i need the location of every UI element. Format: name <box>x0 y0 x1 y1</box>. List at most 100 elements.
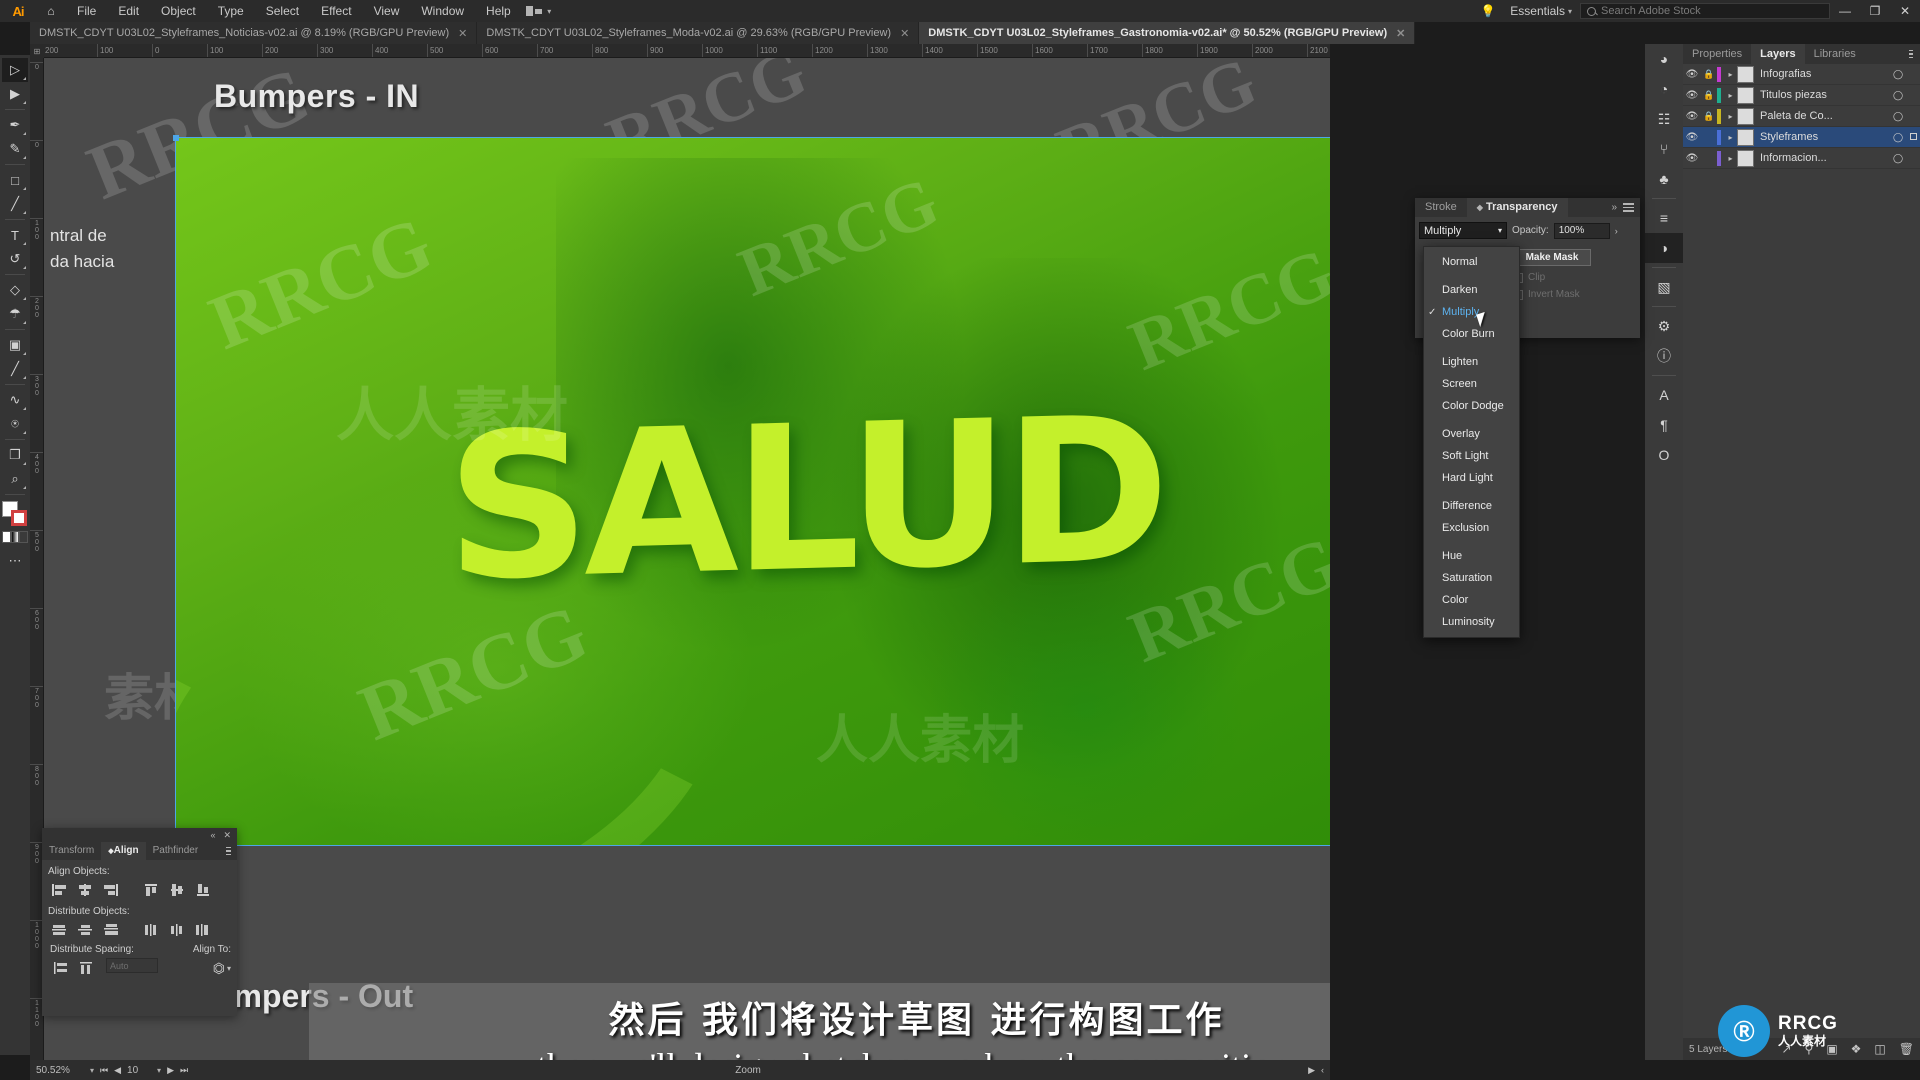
blend-mode-option-exclusion[interactable]: Exclusion <box>1424 517 1519 539</box>
tab-libraries[interactable]: Libraries <box>1805 44 1865 64</box>
prev-artboard-button[interactable]: ◀ <box>114 1065 121 1076</box>
type-tool[interactable]: T <box>2 223 28 247</box>
menu-file[interactable]: File <box>66 0 107 22</box>
chevron-right-icon[interactable]: ▸ <box>1724 91 1737 100</box>
layer-row[interactable]: 👁▸Informacion...◯ <box>1683 148 1920 169</box>
status-mode[interactable]: Zoom <box>194 1065 1302 1076</box>
tab-transform[interactable]: Transform <box>42 842 101 860</box>
target-icon[interactable]: ◯ <box>1890 132 1906 143</box>
distribute-vertical-space-icon[interactable] <box>48 958 74 978</box>
tab-align[interactable]: ◆Align <box>101 842 145 860</box>
visibility-icon[interactable]: 👁 <box>1683 111 1701 122</box>
align-vertical-center-icon[interactable] <box>164 880 190 900</box>
appearance-icon[interactable]: ⚙ <box>1645 311 1683 341</box>
lock-icon[interactable]: 🔒 <box>1701 111 1717 122</box>
home-icon[interactable]: ⌂ <box>36 0 66 22</box>
close-button[interactable]: ✕ <box>1890 0 1920 22</box>
character-icon[interactable]: A <box>1645 380 1683 410</box>
tab-stroke[interactable]: Stroke <box>1415 198 1467 217</box>
rotate-tool[interactable]: ↺ <box>2 247 28 271</box>
menu-edit[interactable]: Edit <box>107 0 150 22</box>
align-horizontal-center-icon[interactable] <box>72 880 98 900</box>
direct-selection-tool[interactable]: ▶ <box>2 82 28 106</box>
horizontal-ruler[interactable]: 2001000100200300400500600700800900100011… <box>30 44 1330 58</box>
fill-and-stroke-swatches[interactable] <box>2 501 28 527</box>
minimize-button[interactable]: — <box>1830 0 1860 22</box>
panel-menu-icon[interactable] <box>226 845 237 858</box>
blend-tool[interactable]: ∿ <box>2 388 28 412</box>
menu-window[interactable]: Window <box>410 0 475 22</box>
blend-mode-option-lighten[interactable]: Lighten <box>1424 351 1519 373</box>
blend-mode-option-darken[interactable]: Darken <box>1424 279 1519 301</box>
layer-row[interactable]: 👁🔒▸Infografias◯ <box>1683 64 1920 85</box>
first-artboard-button[interactable]: ⏮ <box>100 1065 108 1076</box>
menu-select[interactable]: Select <box>255 0 310 22</box>
distribute-top-icon[interactable] <box>46 920 72 940</box>
blend-mode-option-screen[interactable]: Screen <box>1424 373 1519 395</box>
blend-mode-option-hard-light[interactable]: Hard Light <box>1424 467 1519 489</box>
restore-button[interactable]: ❐ <box>1860 0 1890 22</box>
delete-layer-icon[interactable]: 🗑 <box>1899 1042 1914 1056</box>
menu-object[interactable]: Object <box>150 0 207 22</box>
align-bottom-icon[interactable] <box>190 880 216 900</box>
gradient-tool[interactable]: ▣ <box>2 333 28 357</box>
align-right-icon[interactable] <box>98 880 124 900</box>
menu-type[interactable]: Type <box>207 0 255 22</box>
opacity-input[interactable]: 100% <box>1554 223 1610 239</box>
layer-row[interactable]: 👁🔒▸Paleta de Co...◯ <box>1683 106 1920 127</box>
distribute-right-icon[interactable] <box>190 920 216 940</box>
info-icon[interactable]: ⓘ <box>1645 341 1683 371</box>
target-icon[interactable]: ◯ <box>1890 90 1906 101</box>
paintbrush-tool[interactable]: ╱ <box>2 192 28 216</box>
curvature-tool[interactable]: ✎ <box>2 137 28 161</box>
close-icon[interactable]: ✕ <box>458 27 467 40</box>
tab-pathfinder[interactable]: Pathfinder <box>146 842 206 860</box>
collapse-icon[interactable]: « <box>210 830 215 840</box>
blend-mode-option-luminosity[interactable]: Luminosity <box>1424 611 1519 633</box>
arrange-documents-icon[interactable]: ▾ <box>522 0 556 22</box>
chevron-down-icon[interactable]: ▾ <box>90 1066 94 1075</box>
opentype-icon[interactable]: O <box>1645 440 1683 470</box>
chevron-right-icon[interactable]: ▸ <box>1724 154 1737 163</box>
close-icon[interactable]: ✕ <box>1396 27 1405 40</box>
next-artboard-button[interactable]: ▶ <box>167 1065 174 1076</box>
last-artboard-button[interactable]: ⏭ <box>180 1065 188 1076</box>
transparency-icon[interactable]: ◑ <box>1645 233 1683 263</box>
layer-row[interactable]: 👁▸Styleframes◯ <box>1683 127 1920 148</box>
distribute-vertical-center-icon[interactable] <box>72 920 98 940</box>
align-to-selection-icon[interactable]: ⏣ <box>213 960 225 977</box>
distribute-bottom-icon[interactable] <box>98 920 124 940</box>
brushes-icon[interactable]: ⑂ <box>1645 134 1683 164</box>
tab-properties[interactable]: Properties <box>1683 44 1751 64</box>
lasso-tool[interactable]: ☂ <box>2 302 28 326</box>
make-mask-button[interactable]: Make Mask <box>1513 249 1591 266</box>
status-forward-icon[interactable]: ▶ <box>1308 1065 1315 1076</box>
stroke-icon[interactable]: ≡ <box>1645 203 1683 233</box>
eyedropper-tool[interactable]: ╱ <box>2 357 28 381</box>
color-mode-swatches[interactable] <box>2 531 28 543</box>
blend-mode-select[interactable]: Multiply ▾ <box>1419 222 1507 239</box>
color-icon[interactable]: ◕ <box>1645 44 1683 74</box>
panel-menu-icon[interactable] <box>1909 48 1920 61</box>
menu-help[interactable]: Help <box>475 0 522 22</box>
spacing-input[interactable]: Auto <box>106 958 158 973</box>
blend-mode-option-hue[interactable]: Hue <box>1424 545 1519 567</box>
panel-menu-icon[interactable] <box>1623 201 1634 214</box>
chevron-right-icon[interactable]: ▸ <box>1724 133 1737 142</box>
collapse-icon[interactable]: » <box>1611 202 1617 213</box>
shape-builder-tool[interactable]: ◇ <box>2 278 28 302</box>
lightbulb-icon[interactable]: 💡 <box>1474 0 1502 22</box>
salud-styleframe-artwork[interactable]: SALUD RRCG RRCG RRCG RRCG RRCG 人人素材 人人素材 <box>176 138 1330 845</box>
zoom-tool[interactable]: ⌕ <box>2 467 28 491</box>
workspace-switcher[interactable]: Essentials ▾ <box>1502 0 1580 22</box>
blend-mode-option-multiply[interactable]: Multiply <box>1424 301 1519 323</box>
artboard-tool[interactable]: ❐ <box>2 443 28 467</box>
symbols-icon[interactable]: ♣ <box>1645 164 1683 194</box>
close-icon[interactable]: ✕ <box>900 27 909 40</box>
blend-mode-option-overlay[interactable]: Overlay <box>1424 423 1519 445</box>
blend-mode-dropdown[interactable]: NormalDarkenMultiplyColor BurnLightenScr… <box>1423 246 1520 638</box>
tab-layers[interactable]: Layers <box>1751 44 1804 64</box>
chevron-down-icon[interactable]: ▾ <box>157 1066 161 1075</box>
invert-mask-checkbox-row[interactable]: Invert Mask <box>1513 289 1591 300</box>
paragraph-icon[interactable]: ¶ <box>1645 410 1683 440</box>
